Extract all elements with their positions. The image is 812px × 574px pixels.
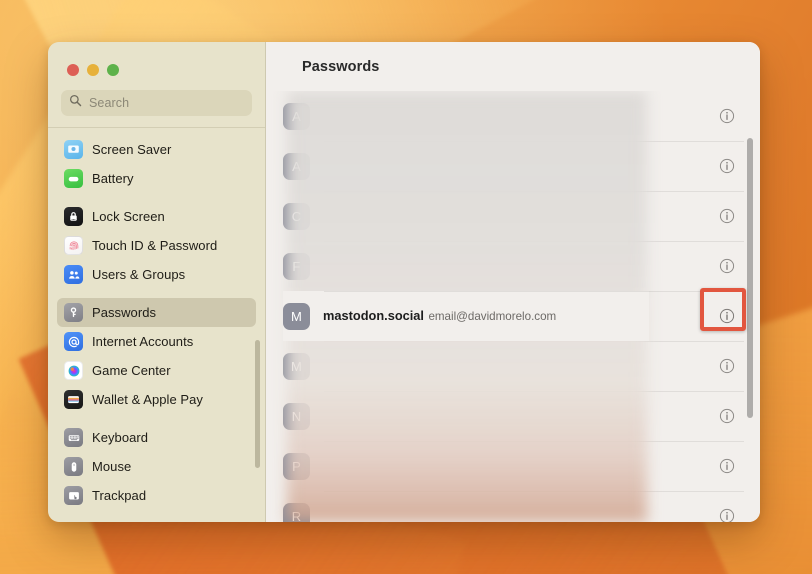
sidebar-item-label: Lock Screen bbox=[92, 209, 165, 224]
sidebar-item-screen-saver[interactable]: Screen Saver bbox=[57, 135, 256, 164]
game-center-icon bbox=[64, 361, 83, 380]
mouse-icon bbox=[64, 457, 83, 476]
avatar: P bbox=[283, 452, 310, 480]
sidebar-item-game-center[interactable]: Game Center bbox=[57, 356, 256, 385]
sidebar-item-wallet-apple-pay[interactable]: Wallet & Apple Pay bbox=[57, 385, 256, 414]
wallet-icon bbox=[64, 390, 83, 409]
table-row[interactable]: A bbox=[266, 91, 760, 141]
screen-saver-icon bbox=[64, 140, 83, 159]
sidebar-item-keyboard[interactable]: Keyboard bbox=[57, 423, 256, 452]
info-icon[interactable] bbox=[712, 501, 742, 522]
info-icon[interactable] bbox=[712, 451, 742, 481]
sidebar-item-label: Wallet & Apple Pay bbox=[92, 392, 203, 407]
info-button-mastodon-social[interactable] bbox=[712, 301, 742, 331]
content-scrollbar[interactable] bbox=[747, 138, 753, 418]
info-icon[interactable] bbox=[712, 401, 742, 431]
search-icon bbox=[69, 94, 82, 112]
sidebar-search: Search bbox=[48, 76, 265, 127]
sidebar-scrollbar[interactable] bbox=[255, 340, 260, 468]
sidebar-item-label: Game Center bbox=[92, 363, 171, 378]
sidebar-item-passwords[interactable]: Passwords bbox=[57, 298, 256, 327]
avatar: C bbox=[283, 202, 310, 230]
passwords-list: A A C F M mastodon.social email@davidmor… bbox=[266, 91, 760, 522]
info-icon[interactable] bbox=[712, 101, 742, 131]
search-placeholder: Search bbox=[89, 96, 130, 110]
users-groups-icon bbox=[64, 265, 83, 284]
table-row[interactable]: C bbox=[266, 191, 760, 241]
minimize-button[interactable] bbox=[87, 64, 99, 76]
sidebar: Search Screen Saver Battery Lock Screen … bbox=[48, 42, 266, 522]
avatar: M bbox=[283, 352, 310, 380]
sidebar-item-touch-id[interactable]: Touch ID & Password bbox=[57, 231, 256, 260]
table-row[interactable]: M bbox=[266, 341, 760, 391]
sidebar-item-battery[interactable]: Battery bbox=[57, 164, 256, 193]
sidebar-item-mouse[interactable]: Mouse bbox=[57, 452, 256, 481]
touch-id-icon bbox=[64, 236, 83, 255]
sidebar-group-2: Lock Screen Touch ID & Password Users & … bbox=[57, 202, 256, 298]
battery-icon bbox=[64, 169, 83, 188]
info-icon[interactable] bbox=[712, 351, 742, 381]
info-icon[interactable] bbox=[712, 151, 742, 181]
table-row[interactable]: A bbox=[266, 141, 760, 191]
row-subtitle: email@davidmorelo.com bbox=[428, 310, 557, 323]
sidebar-item-label: Trackpad bbox=[92, 488, 147, 503]
desktop-wallpaper: Search Screen Saver Battery Lock Screen … bbox=[0, 0, 812, 574]
sidebar-group-4: Keyboard Mouse Trackpad bbox=[57, 423, 256, 519]
table-row[interactable]: F bbox=[266, 241, 760, 291]
avatar: F bbox=[283, 252, 310, 280]
content-pane: Passwords A A C F M mastodon.social emai… bbox=[266, 42, 760, 522]
sidebar-nav: Screen Saver Battery Lock Screen Touch I… bbox=[48, 128, 265, 519]
sidebar-item-label: Internet Accounts bbox=[92, 334, 194, 349]
avatar: A bbox=[283, 152, 310, 180]
avatar: M bbox=[283, 302, 310, 330]
sidebar-item-label: Users & Groups bbox=[92, 267, 186, 282]
at-sign-icon bbox=[64, 332, 83, 351]
lock-screen-icon bbox=[64, 207, 83, 226]
sidebar-item-trackpad[interactable]: Trackpad bbox=[57, 481, 256, 510]
sidebar-item-label: Passwords bbox=[92, 305, 157, 320]
key-icon bbox=[64, 303, 83, 322]
sidebar-item-label: Screen Saver bbox=[92, 142, 172, 157]
info-icon[interactable] bbox=[712, 201, 742, 231]
close-button[interactable] bbox=[67, 64, 79, 76]
table-row[interactable]: R bbox=[266, 491, 760, 522]
window-traffic-lights bbox=[48, 42, 265, 76]
row-title: mastodon.social bbox=[323, 308, 424, 323]
table-row-mastodon-social[interactable]: M mastodon.social email@davidmorelo.com bbox=[266, 291, 760, 341]
sidebar-item-label: Touch ID & Password bbox=[92, 238, 218, 253]
avatar: A bbox=[283, 102, 310, 130]
table-row[interactable]: N bbox=[266, 391, 760, 441]
sidebar-item-label: Keyboard bbox=[92, 430, 149, 445]
sidebar-item-users-groups[interactable]: Users & Groups bbox=[57, 260, 256, 289]
keyboard-icon bbox=[64, 428, 83, 447]
content-titlebar: Passwords bbox=[266, 42, 760, 91]
sidebar-item-label: Mouse bbox=[92, 459, 132, 474]
avatar: R bbox=[283, 502, 310, 522]
sidebar-item-lock-screen[interactable]: Lock Screen bbox=[57, 202, 256, 231]
zoom-button[interactable] bbox=[107, 64, 119, 76]
sidebar-item-label: Battery bbox=[92, 171, 134, 186]
table-row[interactable]: P bbox=[266, 441, 760, 491]
row-text: mastodon.social email@davidmorelo.com bbox=[310, 307, 712, 325]
sidebar-group-3: Passwords Internet Accounts Game Center … bbox=[57, 298, 256, 423]
search-field[interactable]: Search bbox=[61, 90, 252, 116]
system-settings-window: Search Screen Saver Battery Lock Screen … bbox=[48, 42, 760, 522]
sidebar-item-internet-accounts[interactable]: Internet Accounts bbox=[57, 327, 256, 356]
sidebar-group-1: Screen Saver Battery bbox=[57, 135, 256, 202]
info-icon[interactable] bbox=[712, 251, 742, 281]
page-title: Passwords bbox=[302, 58, 380, 75]
trackpad-icon bbox=[64, 486, 83, 505]
avatar: N bbox=[283, 402, 310, 430]
